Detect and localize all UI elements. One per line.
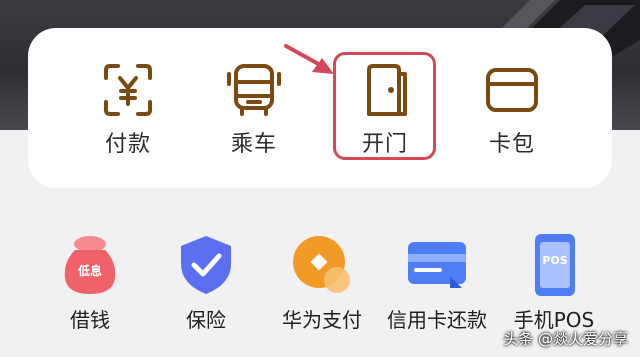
quick-action-cards-label: 卡包 <box>488 132 535 157</box>
quick-action-pay-label: 付款 <box>104 132 151 157</box>
service-credit-card-repay-label: 信用卡还款 <box>387 308 487 332</box>
watermark: 头条 @燚火爱分享 <box>503 330 628 348</box>
credit-card-repay-icon <box>408 242 466 288</box>
quick-action-ride-label: 乘车 <box>230 132 277 157</box>
service-credit-card-repay[interactable]: 信用卡还款 <box>377 232 497 333</box>
loan-badge: 低息 <box>77 263 102 278</box>
wallet-icon <box>486 68 538 112</box>
service-phone-pos[interactable]: POS 手机POS <box>494 232 614 333</box>
payment-yuan-icon <box>104 64 152 116</box>
bus-icon <box>227 64 281 116</box>
huawei-pay-coin-icon <box>293 236 350 293</box>
service-loan-label: 借钱 <box>70 308 110 332</box>
phone-pos-icon: POS <box>535 234 575 296</box>
service-insurance[interactable]: 保险 <box>146 232 266 333</box>
service-loan[interactable]: 低息 借钱 <box>30 232 150 333</box>
service-insurance-label: 保险 <box>186 308 226 332</box>
service-huawei-pay-label: 华为支付 <box>282 308 362 332</box>
loan-bag-icon: 低息 <box>64 236 116 294</box>
quick-action-cards[interactable]: 卡包 <box>462 60 562 158</box>
pos-badge: POS <box>542 254 567 267</box>
pointer-arrow-icon <box>284 44 334 74</box>
service-huawei-pay[interactable]: 华为支付 <box>262 232 382 333</box>
quick-action-pay[interactable]: 付款 <box>78 60 178 158</box>
highlight-box <box>333 52 436 160</box>
shield-check-icon <box>181 236 231 294</box>
